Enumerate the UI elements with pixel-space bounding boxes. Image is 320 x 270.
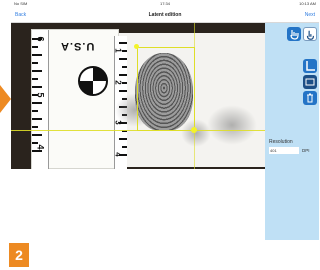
hand-pointer-icon bbox=[290, 30, 299, 40]
next-button[interactable]: Next bbox=[305, 8, 315, 22]
ruler-tick bbox=[122, 50, 127, 52]
latent-print-photo[interactable]: 6 5 4 U.S.A 1 2 3 4 bbox=[11, 23, 265, 169]
step-number-badge: 2 bbox=[9, 243, 29, 267]
ruler-number: 1 bbox=[113, 48, 123, 53]
ruler-icon bbox=[306, 61, 315, 71]
resolution-label: Resolution bbox=[269, 139, 293, 145]
trash-icon bbox=[307, 93, 313, 103]
ruler-tick bbox=[32, 142, 38, 144]
ruler-tick bbox=[119, 42, 127, 44]
ruler-tick bbox=[32, 70, 42, 72]
ruler-tick bbox=[32, 78, 38, 80]
ruler-number: 2 bbox=[113, 80, 123, 85]
ruler-tick bbox=[119, 90, 127, 92]
select-area-button[interactable] bbox=[303, 75, 317, 89]
crop-handle-bottom-right[interactable] bbox=[191, 127, 197, 133]
delete-button[interactable] bbox=[303, 91, 317, 105]
ruler-tick bbox=[32, 118, 42, 120]
step-arrow bbox=[0, 85, 11, 113]
status-time: 17:34 bbox=[159, 1, 170, 6]
resolution-input[interactable]: 401 bbox=[269, 147, 299, 154]
crop-selection-box[interactable] bbox=[137, 47, 195, 131]
ruler-tick bbox=[32, 102, 42, 104]
tools-panel: Resolution 401 DPI bbox=[265, 23, 319, 240]
ruler-tick bbox=[119, 138, 127, 140]
ruler-tick bbox=[32, 54, 42, 56]
crop-handle-top-left[interactable] bbox=[134, 44, 139, 49]
page-title: Latent edition bbox=[148, 12, 182, 18]
ruler-tick bbox=[122, 66, 127, 68]
calibration-target-icon bbox=[78, 66, 108, 96]
scale-card: 6 5 4 U.S.A 1 2 3 4 bbox=[31, 29, 127, 169]
ruler-tick bbox=[32, 126, 38, 128]
ruler-tick bbox=[122, 146, 127, 148]
ruler-tick bbox=[32, 86, 42, 88]
scale-ruler-left: 6 5 4 bbox=[32, 30, 49, 169]
status-right: 10:13 AM bbox=[299, 1, 316, 6]
crop-guide-horizontal bbox=[11, 130, 265, 131]
ruler-tick bbox=[119, 74, 127, 76]
ruler-number: 4 bbox=[35, 144, 46, 150]
touch-button[interactable] bbox=[303, 27, 317, 41]
hand-pointer-button[interactable] bbox=[287, 27, 301, 41]
ruler-tick bbox=[119, 58, 127, 60]
ruler-number: 4 bbox=[113, 152, 123, 157]
crop-guide-vertical bbox=[194, 23, 195, 169]
ruler-calibrate-button[interactable] bbox=[303, 59, 317, 73]
ruler-tick bbox=[32, 46, 38, 48]
card-brand-text: U.S.A bbox=[60, 40, 95, 52]
status-bar: No SIM 17:34 10:13 AM bbox=[11, 0, 319, 8]
canvas-empty-area bbox=[11, 169, 265, 240]
ruler-number: 5 bbox=[35, 92, 46, 98]
ruler-tick bbox=[32, 110, 38, 112]
ruler-number: 6 bbox=[35, 36, 46, 42]
crop-icon bbox=[305, 78, 315, 86]
ruler-tick bbox=[32, 134, 42, 136]
ruler-tick bbox=[32, 62, 38, 64]
ruler-tick bbox=[122, 82, 127, 84]
ipad-screen: No SIM 17:34 10:13 AM Back Latent editio… bbox=[11, 0, 319, 240]
touch-icon bbox=[306, 30, 315, 40]
powder-smudge bbox=[207, 105, 257, 145]
navigation-bar: Back Latent edition Next bbox=[11, 8, 319, 23]
ruler-tick bbox=[32, 150, 42, 152]
dpi-label: DPI bbox=[302, 148, 310, 153]
